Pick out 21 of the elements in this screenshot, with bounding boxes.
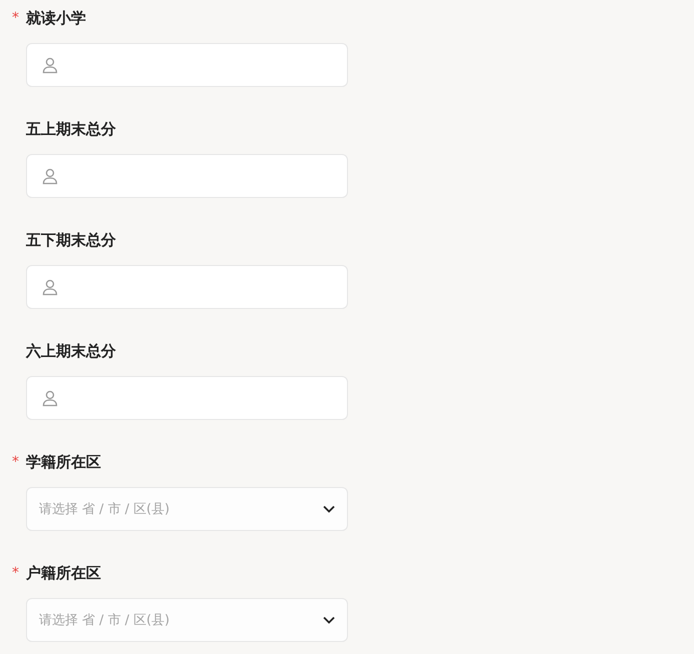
required-asterisk: * (12, 10, 20, 26)
input-field[interactable] (26, 376, 348, 420)
user-icon (41, 389, 59, 407)
field-label: 五上期末总分 (26, 120, 116, 138)
required-asterisk: * (12, 565, 20, 581)
region-select[interactable]: 请选择 省 / 市 / 区(县) (26, 598, 348, 642)
user-icon (41, 278, 59, 296)
required-asterisk: * (12, 454, 20, 470)
chevron-down-icon (323, 616, 335, 624)
user-icon (41, 56, 59, 74)
field-label: 学籍所在区 (26, 452, 101, 472)
field-label: 五下期末总分 (26, 230, 116, 250)
field-label: 户籍所在区 (26, 564, 101, 582)
user-icon (41, 167, 59, 185)
input-field[interactable] (26, 43, 348, 87)
field-label: 就读小学 (26, 8, 86, 28)
input-field[interactable] (26, 154, 348, 198)
chevron-down-icon (323, 505, 335, 513)
region-select[interactable]: 请选择 省 / 市 / 区(县) (26, 487, 348, 531)
input-field[interactable] (26, 265, 348, 309)
field-label: 六上期末总分 (26, 342, 116, 360)
